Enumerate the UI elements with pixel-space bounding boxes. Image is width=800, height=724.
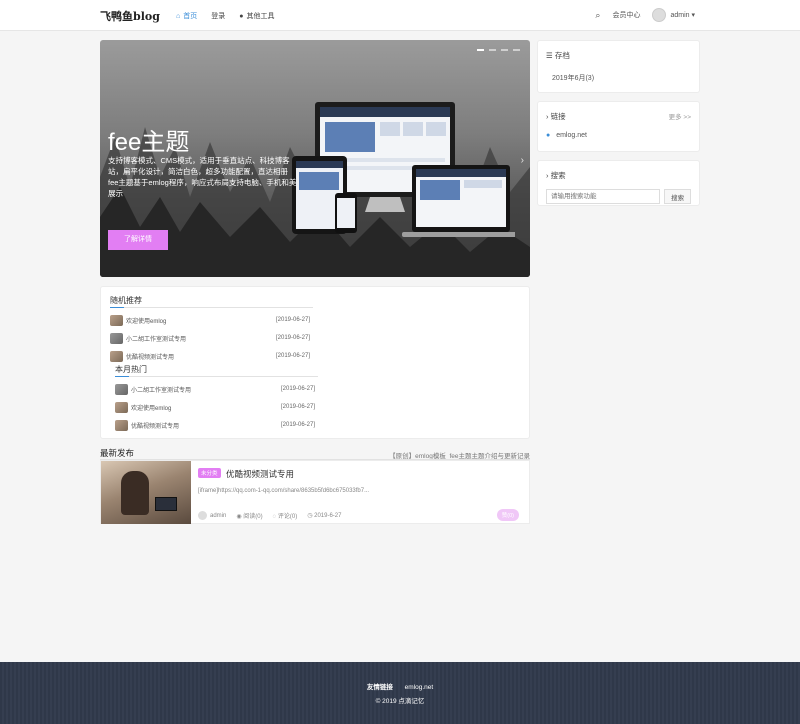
post-excerpt: [iframe]https://qq.com-1-qq.com/share/86… xyxy=(198,488,370,494)
like-button[interactable]: 赞(0) xyxy=(496,509,519,521)
random-title: 随机推荐 xyxy=(110,296,142,305)
thumbnail xyxy=(115,384,128,395)
home-icon: ⌂ xyxy=(176,13,181,20)
thumbnail xyxy=(115,420,128,431)
header-right: ⌕ 会员中心 admin ▾ xyxy=(595,8,695,22)
slide-dot[interactable] xyxy=(501,49,508,51)
member-center-link[interactable]: 会员中心 xyxy=(612,10,640,20)
slide-dot[interactable] xyxy=(489,49,496,51)
more-links[interactable]: 更多 >> xyxy=(669,111,691,122)
list-item[interactable]: 欢迎使用emlog xyxy=(110,315,166,326)
author-avatar xyxy=(198,511,207,520)
footer-links: 友情链接 emlog.net xyxy=(366,684,434,691)
list-item[interactable]: 优酷视频测试专用 xyxy=(115,420,179,431)
clock-icon: ◷ xyxy=(307,513,313,519)
category-badge[interactable]: 未分类 xyxy=(198,468,221,478)
post-title[interactable]: 优酷视频测试专用 xyxy=(226,468,294,480)
learn-more-button[interactable]: 了解详情 xyxy=(108,230,168,250)
search-button[interactable]: 搜索 xyxy=(664,189,691,204)
footer-link-emlog[interactable]: emlog.net xyxy=(405,684,434,691)
slide-dot[interactable] xyxy=(513,49,520,51)
thumbnail xyxy=(115,402,128,413)
archive-item[interactable]: 2019年6月(3) xyxy=(552,75,594,82)
list-item[interactable]: 小二胡工作室测试专用 xyxy=(115,384,191,395)
thumbnail xyxy=(110,351,123,362)
list-item[interactable]: 小二胡工作室测试专用 xyxy=(110,333,186,344)
post-card[interactable]: 未分类 优酷视频测试专用 [iframe]https://qq.com-1-qq… xyxy=(100,460,530,524)
avatar xyxy=(652,8,667,22)
search-icon[interactable]: ⌕ xyxy=(595,10,600,21)
nav-login[interactable]: 登录 xyxy=(211,11,225,21)
link-emlog[interactable]: emlog.net xyxy=(556,132,587,139)
latest-title: 最新发布 xyxy=(100,448,135,458)
recommend-panel: 随机推荐 欢迎使用emlog [2019-06-27] 小二胡工作室测试专用 [… xyxy=(100,286,530,439)
chevron-down-icon: ▾ xyxy=(691,11,695,19)
comment-icon: ◌ xyxy=(272,514,277,520)
user-menu[interactable]: admin ▾ xyxy=(652,8,695,22)
list-icon: ☰ xyxy=(546,51,553,60)
archive-widget: ☰ 存档 2019年6月(3) xyxy=(537,40,700,93)
search-input[interactable] xyxy=(546,189,661,204)
hot-title: 本月热门 xyxy=(115,365,147,374)
links-widget: › 链接 更多 >> ● emlog.net xyxy=(537,101,700,152)
thumbnail xyxy=(110,333,123,344)
user-icon: ● xyxy=(239,13,244,20)
post-meta: admin ◉ 阅读(0) ◌ 评论(0) ◷ 2019-6-27 xyxy=(198,511,341,520)
chevron-right-icon: › xyxy=(546,112,549,121)
post-thumbnail[interactable] xyxy=(101,461,191,524)
list-item[interactable]: 欢迎使用emlog xyxy=(115,402,171,413)
hero-description: 支持博客模式、CMS模式，适用于垂直站点、科技博客站，扁平化设计，简洁白色，超多… xyxy=(108,156,297,198)
footer: 友情链接 emlog.net © 2019 点滴记忆 xyxy=(0,662,800,724)
eye-icon: ◉ xyxy=(236,514,242,520)
chevron-right-icon[interactable]: › xyxy=(521,155,524,166)
hero-slider[interactable]: › fee主题 支持博客模式、CMS模式，适用于垂直站点、科技博客站，扁平化设计… xyxy=(100,40,530,277)
devices-illustration xyxy=(292,102,515,237)
hero-title: fee主题 xyxy=(108,129,190,156)
nav-tools[interactable]: ● 其他工具 xyxy=(239,11,274,21)
list-item[interactable]: 优酷视频测试专用 xyxy=(110,351,174,362)
copyright: © 2019 点滴记忆 xyxy=(375,698,425,705)
slider-dots xyxy=(477,49,520,51)
site-logo[interactable]: 飞鸭鱼blog xyxy=(100,8,160,24)
nav-home[interactable]: ⌂ 首页 xyxy=(176,11,197,21)
thumbnail xyxy=(110,315,123,326)
slide-dot[interactable] xyxy=(477,49,484,51)
search-widget: › 搜索 搜索 xyxy=(537,160,700,206)
main-nav: ⌂ 首页 登录 ● 其他工具 xyxy=(176,11,274,21)
globe-icon: ● xyxy=(546,132,551,139)
top-navbar: 飞鸭鱼blog ⌂ 首页 登录 ● 其他工具 ⌕ 会员中心 admin ▾ xyxy=(0,0,800,31)
chevron-right-icon: › xyxy=(546,171,549,180)
